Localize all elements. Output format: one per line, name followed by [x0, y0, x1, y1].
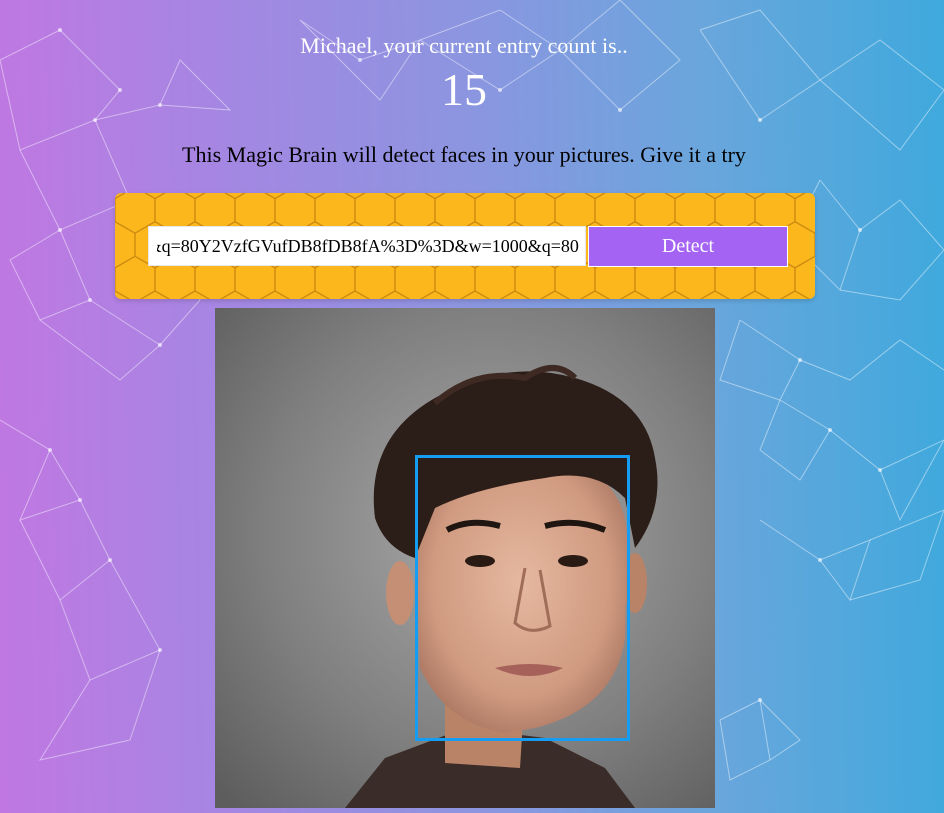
- intro-text: This Magic Brain will detect faces in yo…: [182, 142, 746, 167]
- image-url-input[interactable]: [148, 226, 586, 266]
- face-image: [215, 308, 715, 808]
- image-link-form: Detect: [115, 193, 815, 299]
- entry-count-value: 15: [441, 64, 487, 115]
- entry-count-label: Michael, your current entry count is..: [300, 33, 628, 58]
- face-bounding-box: [415, 455, 630, 741]
- detect-button[interactable]: Detect: [588, 226, 788, 267]
